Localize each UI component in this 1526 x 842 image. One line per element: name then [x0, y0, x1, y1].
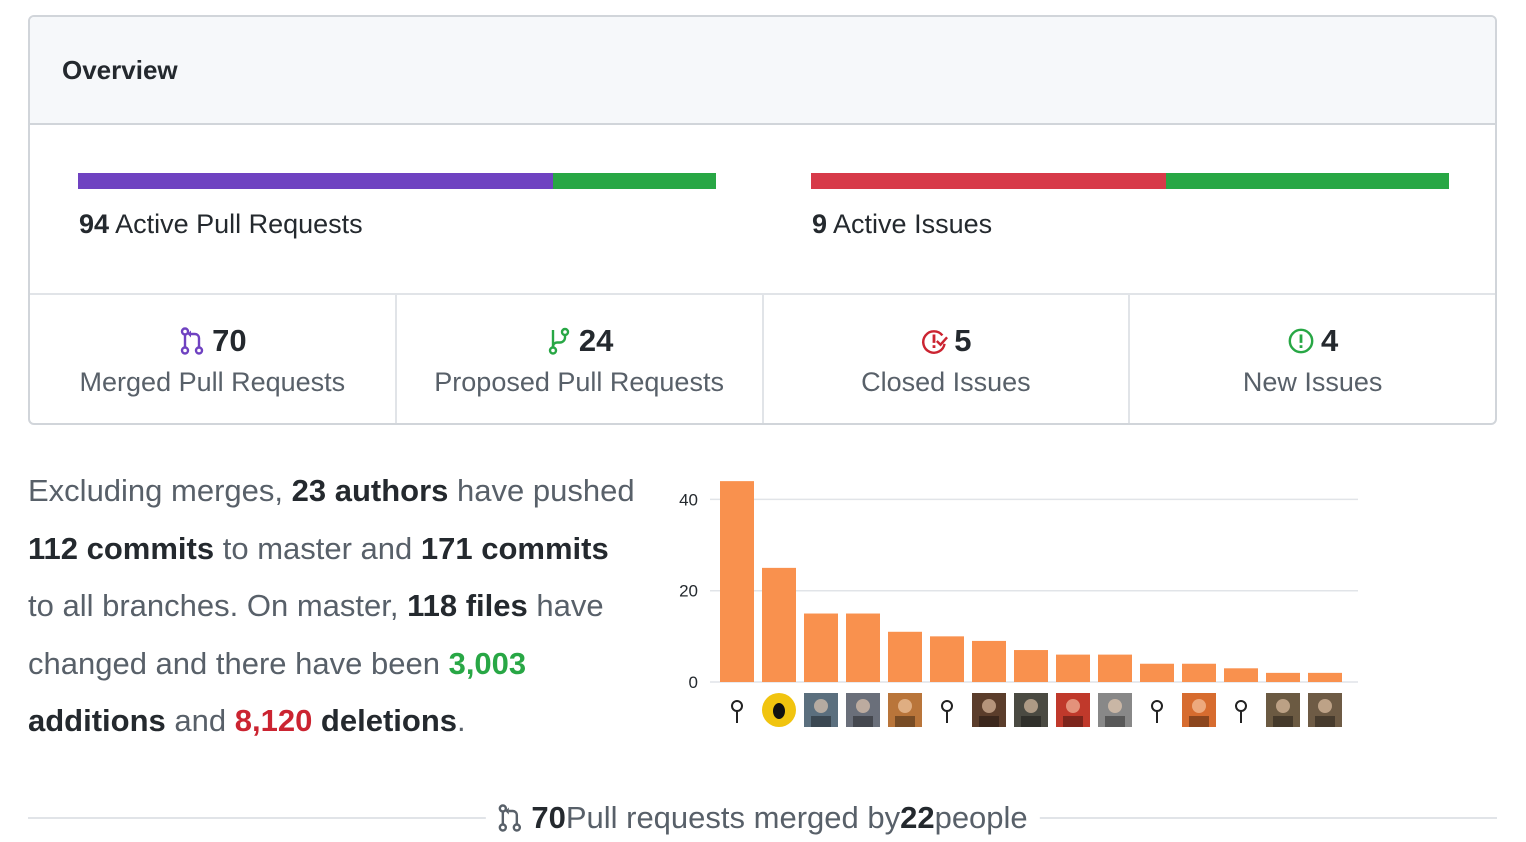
all-branches-commits-count: 171 commits: [420, 530, 609, 566]
summary-fragment: .: [457, 703, 466, 738]
contributor-avatar-detail: [853, 716, 873, 727]
active-issues-count: 9: [812, 209, 828, 239]
contributor-bar: [762, 567, 796, 682]
git-branch-icon: [545, 326, 573, 356]
stat-new-issues[interactable]: 4 New Issues: [1130, 295, 1495, 423]
contributor-avatar-detail: [814, 699, 828, 713]
closed-issues-count: 5: [954, 323, 972, 358]
y-tick-label: 20: [679, 582, 698, 601]
footer-merged-count: 70: [531, 800, 566, 835]
contributor-bar: [1098, 654, 1132, 682]
new-issues-label: New Issues: [1242, 367, 1383, 397]
summary-fragment: have pushed: [448, 473, 635, 508]
pull-requests-progress-bar: [78, 173, 716, 189]
merged-pull-requests-footer: 70 Pull requests merged by 22 people: [28, 800, 1497, 842]
merged-segment: [78, 173, 554, 189]
proposed-segment: [553, 173, 716, 189]
contributor-bar: [1224, 668, 1258, 682]
activity-summary: 94 Active Pull Requests 9 Active Issues: [30, 125, 1495, 295]
stat-merged-pull-requests[interactable]: 70 Merged Pull Requests: [30, 295, 397, 423]
contributor-bar: [720, 481, 754, 682]
git-merge-icon: [178, 326, 206, 356]
issue-closed-icon: [920, 326, 949, 356]
overview-box: Overview 94 Active Pull Requests 9 Activ…: [28, 15, 1497, 425]
contributor-avatar-detail: [979, 716, 999, 727]
contributor-avatar-detail: [1066, 699, 1080, 713]
contributor-bar: [846, 613, 880, 682]
proposed-pull-requests-count: 24: [578, 323, 614, 358]
issues-summary[interactable]: 9 Active Issues: [811, 125, 1449, 293]
contributor-avatar-detail: [1063, 716, 1083, 727]
contributor-avatar-detail: [856, 699, 870, 713]
stat-proposed-pull-requests[interactable]: 24 Proposed Pull Requests: [397, 295, 764, 423]
proposed-pull-requests-label: Proposed Pull Requests: [434, 367, 724, 397]
merged-pull-requests-count: 70: [212, 323, 247, 358]
active-issues-label: Active Issues: [833, 209, 993, 239]
active-pull-requests-label: Active Pull Requests: [115, 209, 363, 239]
contributor-avatar-detail: [1276, 699, 1290, 713]
merged-pull-requests-label: Merged Pull Requests: [79, 367, 346, 397]
authors-count: 23 authors: [291, 473, 449, 508]
git-merge-icon: [497, 802, 525, 834]
master-commits-count: 112 commits: [28, 530, 215, 566]
additions-label: additions: [28, 703, 166, 738]
active-pull-requests-text: 94 Active Pull Requests: [79, 209, 363, 240]
summary-fragment: to all branches. On master,: [28, 588, 408, 623]
contributor-avatar-detail: [1273, 716, 1293, 727]
stats-row: 70 Merged Pull Requests 24 Proposed Pull…: [30, 295, 1495, 423]
contributor-avatar-detail: [1105, 716, 1125, 727]
footer-label-1: Pull requests merged by: [565, 800, 901, 835]
contributor-bar: [1056, 654, 1090, 682]
footer-people-count: 22: [900, 800, 935, 835]
additions-count: 3,003: [448, 645, 527, 681]
contributor-avatar-detail: [773, 703, 785, 719]
contributors-bar-chart: 0 20 40: [679, 481, 1358, 727]
contributor-avatar-detail: [1024, 699, 1038, 713]
contributor-bar: [930, 636, 964, 682]
closed-issues-label: Closed Issues: [861, 367, 1031, 397]
stat-closed-issues[interactable]: 5 Closed Issues: [764, 295, 1131, 423]
contributor-bar: [1308, 672, 1342, 682]
contributor-avatar-detail: [982, 699, 996, 713]
contributor-avatar-detail: [1021, 716, 1041, 727]
y-tick-label: 40: [679, 490, 698, 509]
contributor-bar: [1014, 650, 1048, 682]
summary-fragment: Excluding merges,: [28, 473, 292, 508]
contributor-bar: [1266, 672, 1300, 682]
footer-label-2: people: [934, 800, 1028, 835]
summary-fragment: and: [165, 703, 235, 738]
contributor-bar: [1140, 663, 1174, 682]
pull-requests-summary[interactable]: 94 Active Pull Requests: [78, 125, 716, 293]
active-issues-text: 9 Active Issues: [812, 209, 992, 240]
footer-text[interactable]: 70 Pull requests merged by 22 people: [485, 800, 1040, 836]
deletions-label: deletions: [312, 703, 458, 738]
contributor-bar: [804, 613, 838, 682]
deletions-count: 8,120: [234, 703, 313, 738]
contributor-avatar-detail: [898, 699, 912, 713]
contributor-avatar-detail: [895, 716, 915, 727]
contributors-chart: 0 20 40: [660, 460, 1370, 740]
contributor-bar: [1182, 663, 1216, 682]
contributor-avatar-detail: [1189, 716, 1209, 727]
contributor-avatar-detail: [811, 716, 831, 727]
contributor-bar: [972, 640, 1006, 682]
active-pull-requests-count: 94: [79, 209, 110, 239]
contributor-avatar-detail: [1315, 716, 1335, 727]
new-issues-count: 4: [1321, 323, 1339, 358]
contributor-avatar-detail: [1192, 699, 1206, 713]
contributor-avatar-detail: [1108, 699, 1122, 713]
issues-progress-bar: [811, 173, 1449, 189]
overview-header: Overview: [30, 17, 1495, 125]
files-changed-count: 118 files: [407, 588, 528, 623]
issue-opened-icon: [1287, 326, 1315, 356]
commit-summary-text: Excluding merges, 23 authors have pushed…: [28, 462, 638, 750]
overview-title: Overview: [62, 54, 178, 85]
y-tick-label: 0: [689, 673, 698, 692]
new-segment: [1165, 173, 1449, 189]
summary-fragment: to master and: [214, 530, 421, 566]
contributor-avatar-detail: [1318, 699, 1332, 713]
contributor-bar: [888, 631, 922, 682]
closed-segment: [811, 173, 1166, 189]
